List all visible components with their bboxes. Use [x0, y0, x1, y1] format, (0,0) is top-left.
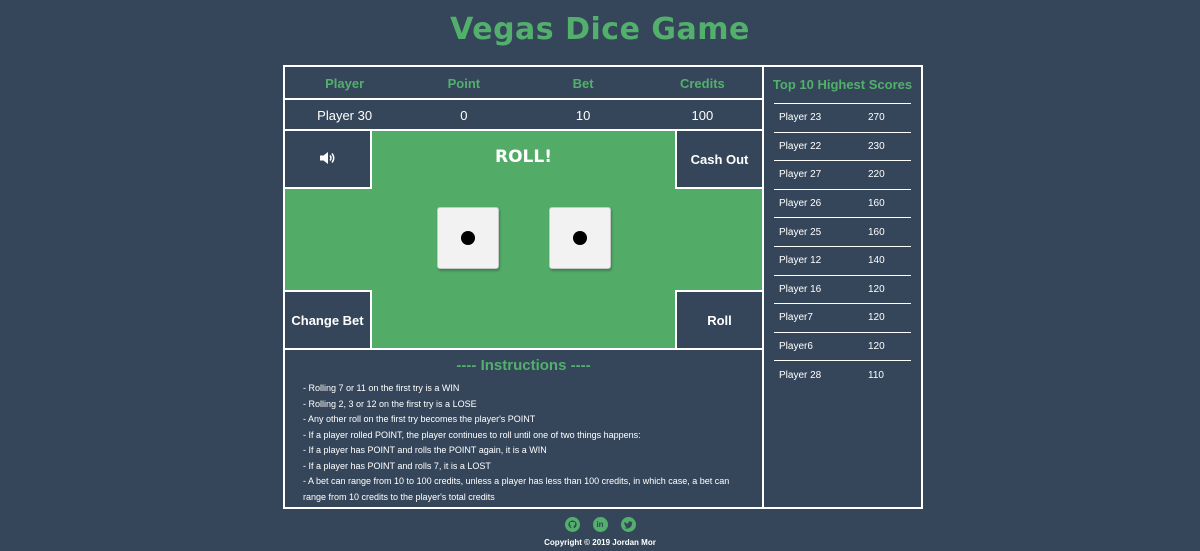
player-name: Player 30: [317, 108, 373, 123]
score-value: 160: [868, 198, 885, 210]
score-player: Player 22: [779, 140, 822, 152]
score-value: 120: [868, 341, 885, 353]
instructions-panel: ---- Instructions ---- - Rolling 7 or 11…: [285, 350, 762, 507]
scores-panel: Top 10 Highest Scores Player 23 270 Playe…: [762, 67, 921, 507]
instructions-list: - Rolling 7 or 11 on the first try is a …: [285, 376, 762, 505]
instruction-item: - Rolling 2, 3 or 12 on the first try is…: [303, 398, 477, 409]
credits-value: 100: [691, 108, 714, 123]
game-frame: Player Point Bet Credits Player 30 0 10 …: [283, 65, 923, 509]
score-row: Player 25 160: [774, 218, 911, 247]
header-credits: Credits: [679, 76, 725, 91]
instruction-item: - Rolling 7 or 11 on the first try is a …: [303, 383, 460, 393]
dice-table: ROLL! Cash Out Change Bet Roll: [285, 131, 762, 350]
stats-header: Player Point Bet Credits: [285, 67, 762, 100]
change-bet-button[interactable]: Change Bet: [285, 290, 372, 348]
copyright: Copyright © 2019 Jordan Mor: [544, 538, 656, 547]
score-value: 110: [868, 370, 884, 382]
stats-values: Player 30 0 10 100: [285, 100, 762, 131]
game-panel: Player Point Bet Credits Player 30 0 10 …: [285, 67, 762, 507]
score-row: Player 12 140: [774, 247, 911, 276]
score-player: Player 16: [779, 283, 822, 295]
instruction-item: - Any other roll on the first try become…: [303, 414, 536, 424]
instruction-item: - If a player rolled POINT, the player c…: [303, 429, 641, 440]
die-2: [549, 207, 611, 269]
scores-title: Top 10 Highest Scores: [772, 77, 913, 92]
header-bet: Bet: [572, 76, 594, 91]
score-player: Player7: [779, 312, 813, 324]
score-player: Player 25: [779, 226, 822, 238]
instruction-item: - If a player has POINT and rolls the PO…: [303, 445, 547, 455]
header-player: Player: [325, 76, 365, 91]
score-value: 220: [868, 169, 885, 181]
score-row: Player 26 160: [774, 190, 911, 219]
instruction-item: - A bet can range from 10 to 100 credits…: [303, 476, 730, 502]
score-player: Player6: [779, 341, 813, 353]
roll-button[interactable]: Roll: [675, 290, 762, 348]
score-player: Player 12: [779, 255, 822, 267]
header-point: Point: [447, 76, 481, 91]
github-icon[interactable]: [564, 517, 580, 532]
score-value: 120: [868, 283, 885, 295]
linkedin-icon[interactable]: in: [592, 517, 608, 532]
score-player: Player 23: [779, 112, 822, 124]
score-player: Player 27: [779, 169, 822, 181]
page-title: Vegas Dice Game: [450, 12, 750, 47]
die-pip: [573, 231, 587, 245]
score-row: Player7 120: [774, 304, 911, 333]
score-value: 120: [868, 312, 885, 324]
die-1: [437, 207, 499, 269]
score-row: Player 27 220: [774, 161, 911, 190]
instructions-title: ---- Instructions ----: [456, 357, 591, 374]
scores-list: Player 23 270 Player 22 230 Player 27 220 P…: [774, 103, 911, 390]
bet-value: 10: [575, 108, 591, 123]
score-row: Player 28 110: [774, 361, 911, 390]
twitter-icon[interactable]: [620, 517, 636, 532]
instruction-item: - If a player has POINT and rolls 7, it …: [303, 460, 491, 471]
die-pip: [461, 231, 475, 245]
score-row: Player 23 270: [774, 104, 911, 133]
score-value: 230: [868, 140, 885, 152]
social-links: in: [0, 517, 1200, 532]
score-row: Player 16 120: [774, 276, 911, 305]
score-player: Player 26: [779, 198, 822, 210]
score-value: 270: [868, 112, 885, 124]
cash-out-button[interactable]: Cash Out: [675, 131, 762, 189]
score-row: Player6 120: [774, 333, 911, 362]
score-value: 140: [868, 255, 885, 267]
score-row: Player 22 230: [774, 133, 911, 162]
point-value: 0: [460, 108, 468, 123]
score-player: Player 28: [779, 370, 822, 382]
score-value: 160: [868, 226, 885, 238]
